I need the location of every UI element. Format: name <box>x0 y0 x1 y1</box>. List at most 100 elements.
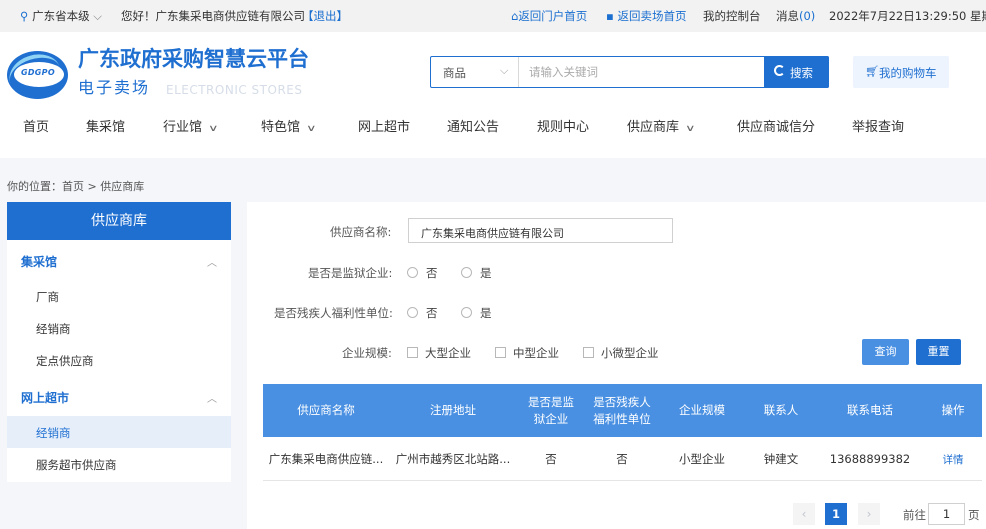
store-home-link[interactable]: ▪ 返回卖场首页 <box>606 9 686 23</box>
nav-item-home[interactable]: 首页 <box>23 120 49 136</box>
chevron-down-icon: ∨ <box>306 124 317 134</box>
location-selector[interactable]: ⚲ 广东省本级 ⌵ <box>20 9 102 23</box>
top-bar: ⚲ 广东省本级 ⌵ 您好！广东集采电商供应链有限公司 【退出】 ⌂返回门户首页 … <box>0 0 986 32</box>
sidebar-item-designated-supplier[interactable]: 定点供应商 <box>7 344 231 376</box>
nav-item-industry[interactable]: 行业馆 ∨ <box>163 120 219 137</box>
goto-page-input[interactable]: 1 <box>928 503 965 525</box>
sidebar-item-label: 服务超市供应商 <box>36 458 117 472</box>
chevron-down-icon: ∨ <box>685 124 696 134</box>
prison-yes-label: 是 <box>480 266 492 280</box>
search-icon <box>774 65 785 76</box>
location-pin-icon: ⚲ <box>20 9 29 23</box>
th-action: 操作 <box>941 403 965 417</box>
sidebar-item-label: 厂商 <box>36 290 59 304</box>
nav-item-supplier-library[interactable]: 供应商库 ∨ <box>627 120 696 137</box>
cell-address: 广州市越秀区北站路... <box>395 452 511 466</box>
cell-phone: 13688899382 <box>829 452 911 466</box>
search-button[interactable]: 搜索 <box>764 56 829 88</box>
reset-button[interactable]: 重置 <box>916 339 961 365</box>
search-input[interactable] <box>529 62 759 82</box>
portal-home-link[interactable]: ⌂返回门户首页 <box>511 9 587 23</box>
scale-small-label: 小微型企业 <box>601 346 659 360</box>
page-1-button[interactable]: 1 <box>825 503 847 525</box>
prev-page-button[interactable]: ‹ <box>793 503 815 525</box>
messages-link[interactable]: 消息(0) <box>776 9 815 23</box>
breadcrumb-current: 供应商库 <box>100 180 145 193</box>
my-console-link[interactable]: 我的控制台 <box>703 9 761 23</box>
disabled-no-radio[interactable] <box>407 307 418 318</box>
chevron-down-icon: ⌵ <box>500 64 509 77</box>
nav-item-credit-score[interactable]: 供应商诚信分 <box>737 120 815 136</box>
th-supplier-name: 供应商名称 <box>297 403 355 417</box>
search-bar: 商品 ⌵ 搜索 <box>430 56 829 88</box>
scale-medium-checkbox[interactable] <box>495 347 506 358</box>
messages-label: 消息 <box>776 9 799 23</box>
portal-home-label: 返回门户首页 <box>518 9 588 23</box>
table-header: 供应商名称 注册地址 是否是监狱企业 是否残疾人福利性单位 企业规模 联系人 联… <box>263 384 982 437</box>
prison-no-label: 否 <box>426 266 438 280</box>
nav-item-rules[interactable]: 规则中心 <box>537 120 589 136</box>
sidebar-group-online-supermarket[interactable]: 网上超市 <box>21 389 69 406</box>
scale-large-label: 大型企业 <box>425 346 471 360</box>
main-nav: 首页 集采馆 行业馆 ∨ 特色馆 ∨ 网上超市 通知公告 规则中心 供应商库 ∨ 供应… <box>0 116 986 140</box>
query-button[interactable]: 查询 <box>862 339 909 365</box>
cell-scale: 小型企业 <box>679 452 725 466</box>
nav-item-featured[interactable]: 特色馆 ∨ <box>261 120 317 137</box>
next-page-button[interactable]: › <box>858 503 880 525</box>
goto-suffix: 页 <box>968 508 980 522</box>
enterprise-scale-label: 企业规模: <box>342 346 392 360</box>
breadcrumb-prefix: 你的位置： <box>7 180 62 193</box>
search-scope-value: 商品 <box>443 66 466 80</box>
supplier-name-input[interactable]: 广东集采电商供应链有限公司 <box>408 218 673 243</box>
sidebar-group-central[interactable]: 集采馆 <box>21 253 57 270</box>
nav-item-online-supermarket[interactable]: 网上超市 <box>358 120 410 136</box>
sidebar-item-label: 经销商 <box>36 426 71 440</box>
message-count-badge: (0) <box>799 9 816 23</box>
nav-item-central-procurement[interactable]: 集采馆 <box>86 120 125 136</box>
sidebar-item-service-supplier[interactable]: 服务超市供应商 <box>7 448 231 480</box>
goto-prefix: 前往 <box>903 508 926 522</box>
nav-item-label: 行业馆 <box>163 120 203 135</box>
cart-button[interactable]: 🛒︎ 我的购物车 <box>853 56 949 88</box>
th-disabled-welfare: 是否残疾人福利性单位 <box>593 394 651 426</box>
cell-supplier-name: 广东集采电商供应链... <box>268 452 384 466</box>
header: GDGPO 广东政府采购智慧云平台 电子卖场 ELECTRONIC STORES… <box>0 32 986 158</box>
logo-text: GDGPO <box>21 68 55 77</box>
cell-prison: 否 <box>545 452 557 466</box>
sidebar-item-supermarket-distributor[interactable]: 经销商 <box>7 416 231 448</box>
chevron-up-icon[interactable]: ︿ <box>207 390 217 405</box>
nav-item-label: 特色馆 <box>261 120 301 135</box>
store-home-label: 返回卖场首页 <box>617 9 687 23</box>
nav-item-label: 供应商库 <box>627 120 680 135</box>
greeting-text: 您好！广东集采电商供应链有限公司 <box>121 9 305 23</box>
table-row: 广东集采电商供应链... 广州市越秀区北站路... 否 否 小型企业 钟建文 1… <box>263 437 982 481</box>
chevron-down-icon: ∨ <box>208 124 219 134</box>
disabled-yes-radio[interactable] <box>461 307 472 318</box>
scale-large-checkbox[interactable] <box>407 347 418 358</box>
search-scope-select[interactable]: 商品 ⌵ <box>431 57 519 87</box>
sidebar-item-manufacturer[interactable]: 厂商 <box>7 280 231 312</box>
th-contact: 联系人 <box>763 403 799 417</box>
prison-yes-radio[interactable] <box>461 267 472 278</box>
breadcrumb-home-link[interactable]: 首页 <box>62 180 84 193</box>
gdgpo-logo[interactable]: GDGPO <box>4 47 68 103</box>
nav-item-report-query[interactable]: 举报查询 <box>852 120 904 136</box>
chevron-up-icon[interactable]: ︿ <box>207 254 217 269</box>
datetime-text: 2022年7月22日13:29:50 星期五 <box>829 9 986 23</box>
disabled-welfare-label: 是否残疾人福利性单位: <box>274 306 393 320</box>
nav-item-announcements[interactable]: 通知公告 <box>447 120 499 136</box>
breadcrumb: 你的位置：首页 > 供应商库 <box>7 178 144 194</box>
th-address: 注册地址 <box>430 403 476 417</box>
sidebar: 供应商库 集采馆 ︿ 厂商 经销商 定点供应商 网上超市 ︿ 经销商 服务超市供… <box>7 202 231 482</box>
th-prison: 是否是监狱企业 <box>528 394 574 426</box>
location-label: 广东省本级 <box>32 9 90 23</box>
prison-no-radio[interactable] <box>407 267 418 278</box>
scale-small-checkbox[interactable] <box>583 347 594 358</box>
supplier-name-label: 供应商名称: <box>330 225 392 239</box>
detail-link[interactable]: 详情 <box>924 437 982 481</box>
disabled-no-label: 否 <box>426 306 438 320</box>
th-phone: 联系电话 <box>847 403 893 417</box>
prison-enterprise-label: 是否是监狱企业: <box>308 266 393 280</box>
sidebar-item-distributor[interactable]: 经销商 <box>7 312 231 344</box>
logout-link[interactable]: 【退出】 <box>302 9 348 23</box>
